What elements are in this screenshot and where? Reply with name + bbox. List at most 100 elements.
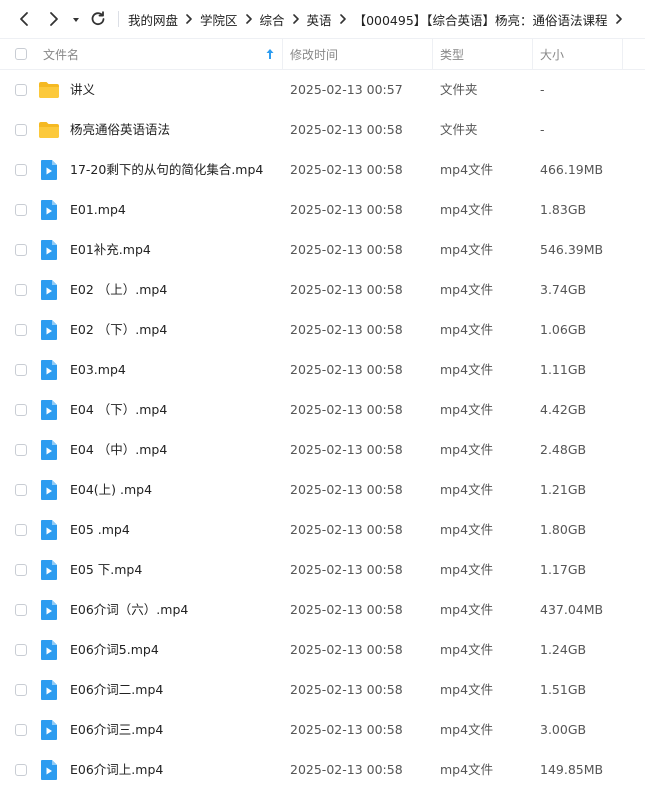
refresh-icon[interactable] [86,7,110,31]
file-size: 466.19MB [540,162,604,177]
navigation-toolbar: 我的网盘 学院区 综合 英语 【000495】【综合英语】杨亮：通俗语法课程 [0,0,645,38]
chevron-right-icon [185,14,193,24]
column-header-modified[interactable]: 修改时间 [290,39,338,69]
file-name[interactable]: E06介词上.mp4 [70,750,163,790]
file-name[interactable]: E06介词二.mp4 [70,670,163,710]
file-row[interactable]: E01补充.mp4 2025-02-13 00:58 mp4文件 546.39MB [0,230,645,270]
video-file-icon [38,679,60,701]
file-type: mp4文件 [440,762,494,777]
file-name[interactable]: E04 （下）.mp4 [70,390,167,430]
file-row[interactable]: E02 （上）.mp4 2025-02-13 00:58 mp4文件 3.74GB [0,270,645,310]
file-modified-date: 2025-02-13 00:58 [290,402,403,417]
file-row[interactable]: E06介词二.mp4 2025-02-13 00:58 mp4文件 1.51GB [0,670,645,710]
column-divider[interactable] [622,39,623,69]
file-name[interactable]: E05 .mp4 [70,510,130,550]
video-file-icon [38,279,60,301]
column-divider[interactable] [432,39,433,69]
file-row[interactable]: E02 （下）.mp4 2025-02-13 00:58 mp4文件 1.06GB [0,310,645,350]
file-row[interactable]: E05 下.mp4 2025-02-13 00:58 mp4文件 1.17GB [0,550,645,590]
row-checkbox[interactable] [15,764,27,776]
row-checkbox[interactable] [15,644,27,656]
file-type: mp4文件 [440,642,494,657]
breadcrumb-item[interactable]: 我的网盘 [128,10,178,29]
file-row[interactable]: E06介词（六）.mp4 2025-02-13 00:58 mp4文件 437.04M… [0,590,645,630]
file-modified-date: 2025-02-13 00:58 [290,442,403,457]
row-checkbox[interactable] [15,324,27,336]
file-size: 1.24GB [540,642,587,657]
row-checkbox[interactable] [15,284,27,296]
file-name[interactable]: E04 （中）.mp4 [70,430,167,470]
breadcrumb-item[interactable]: 学院区 [200,10,238,29]
row-checkbox[interactable] [15,684,27,696]
file-name[interactable]: 17-20剩下的从句的简化集合.mp4 [70,150,263,190]
file-name[interactable]: E06介词5.mp4 [70,630,159,670]
history-dropdown-icon[interactable] [68,8,84,32]
breadcrumb-item[interactable]: 英语 [307,10,332,29]
file-name[interactable]: E03.mp4 [70,350,126,390]
column-header-name[interactable]: 文件名 [43,39,79,69]
row-checkbox[interactable] [15,204,27,216]
file-size: 3.00GB [540,722,587,737]
file-modified-date: 2025-02-13 00:58 [290,322,403,337]
video-file-icon [38,439,60,461]
file-row[interactable]: E06介词上.mp4 2025-02-13 00:58 mp4文件 149.85MB [0,750,645,790]
file-name[interactable]: E04(上) .mp4 [70,470,152,510]
row-checkbox[interactable] [15,164,27,176]
file-row[interactable]: E04 （下）.mp4 2025-02-13 00:58 mp4文件 4.42GB [0,390,645,430]
file-modified-date: 2025-02-13 00:58 [290,762,403,777]
row-checkbox[interactable] [15,604,27,616]
back-icon[interactable] [12,7,36,31]
row-checkbox[interactable] [15,364,27,376]
file-type: mp4文件 [440,482,494,497]
file-row[interactable]: E06介词5.mp4 2025-02-13 00:58 mp4文件 1.24GB [0,630,645,670]
file-row[interactable]: E01.mp4 2025-02-13 00:58 mp4文件 1.83GB [0,190,645,230]
file-name[interactable]: 讲义 [70,70,95,110]
row-checkbox[interactable] [15,524,27,536]
select-all-checkbox[interactable] [15,39,27,69]
file-row[interactable]: 杨亮通俗英语语法 2025-02-13 00:58 文件夹 - [0,110,645,150]
file-name[interactable]: E01补充.mp4 [70,230,151,270]
file-name[interactable]: E01.mp4 [70,190,126,230]
file-name[interactable]: E02 （下）.mp4 [70,310,167,350]
file-size: 4.42GB [540,402,587,417]
row-checkbox[interactable] [15,84,27,96]
file-size: 1.83GB [540,202,587,217]
folder-icon [38,119,60,141]
file-row[interactable]: E05 .mp4 2025-02-13 00:58 mp4文件 1.80GB [0,510,645,550]
breadcrumb-item-current[interactable]: 【000495】【综合英语】杨亮：通俗语法课程 [354,10,608,29]
file-size: 546.39MB [540,242,604,257]
file-modified-date: 2025-02-13 00:58 [290,282,403,297]
file-row[interactable]: E06介词三.mp4 2025-02-13 00:58 mp4文件 3.00GB [0,710,645,750]
row-checkbox[interactable] [15,244,27,256]
row-checkbox[interactable] [15,444,27,456]
breadcrumb-item[interactable]: 综合 [260,10,285,29]
file-row[interactable]: 17-20剩下的从句的简化集合.mp4 2025-02-13 00:58 mp4文件… [0,150,645,190]
sort-ascending-icon[interactable] [266,39,274,69]
row-checkbox[interactable] [15,724,27,736]
row-checkbox[interactable] [15,404,27,416]
file-name[interactable]: E06介词（六）.mp4 [70,590,188,630]
file-name[interactable]: 杨亮通俗英语语法 [70,110,170,150]
row-checkbox[interactable] [15,564,27,576]
row-checkbox[interactable] [15,484,27,496]
file-modified-date: 2025-02-13 00:58 [290,562,403,577]
file-name[interactable]: E05 下.mp4 [70,550,142,590]
file-size: 1.11GB [540,362,587,377]
file-row[interactable]: E04(上) .mp4 2025-02-13 00:58 mp4文件 1.21GB [0,470,645,510]
file-row[interactable]: E03.mp4 2025-02-13 00:58 mp4文件 1.11GB [0,350,645,390]
file-row[interactable]: 讲义 2025-02-13 00:57 文件夹 - [0,70,645,110]
column-header-size[interactable]: 大小 [540,39,564,69]
file-size: 149.85MB [540,762,604,777]
file-name[interactable]: E02 （上）.mp4 [70,270,167,310]
file-list-header: 文件名 修改时间 类型 大小 [0,38,645,70]
file-row[interactable]: E04 （中）.mp4 2025-02-13 00:58 mp4文件 2.48GB [0,430,645,470]
file-size: 1.51GB [540,682,587,697]
column-header-type[interactable]: 类型 [440,39,464,69]
column-divider[interactable] [532,39,533,69]
forward-icon[interactable] [42,7,66,31]
chevron-right-icon [615,14,623,24]
file-name[interactable]: E06介词三.mp4 [70,710,163,750]
column-divider[interactable] [282,39,283,69]
row-checkbox[interactable] [15,124,27,136]
file-size: 1.21GB [540,482,587,497]
